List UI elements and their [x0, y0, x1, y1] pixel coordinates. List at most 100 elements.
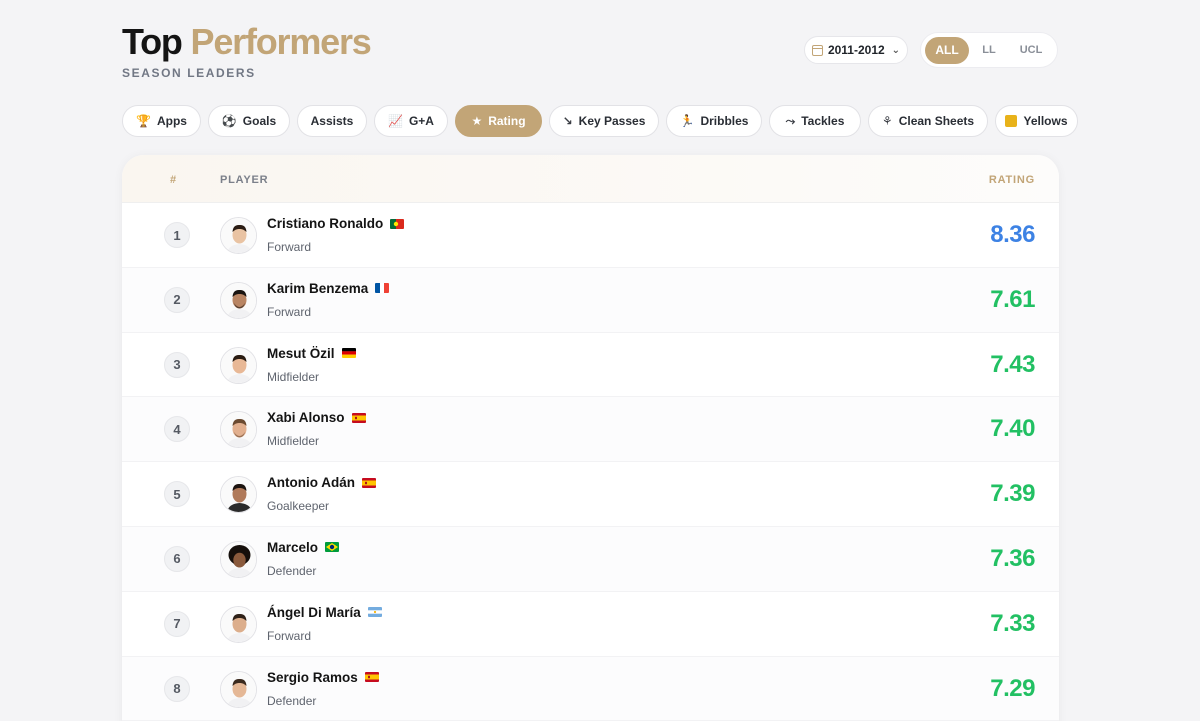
tab-label: Rating — [488, 114, 526, 128]
tab-apps[interactable]: 🏆 Apps — [122, 105, 201, 137]
title-accent: Performers — [190, 21, 372, 62]
rank-badge: 2 — [164, 286, 190, 313]
tab-label: Clean Sheets — [898, 114, 975, 128]
table-row[interactable]: 6 Marcelo Defender 7.36 — [122, 526, 1059, 592]
tab-goals[interactable]: ⚽ Goals — [208, 105, 290, 137]
yellow-card-icon — [1005, 115, 1018, 127]
key-pass-icon: ↘ — [562, 114, 573, 128]
tab-tackles[interactable]: ⤳ Tackles — [769, 105, 861, 137]
leaders-table: # PLAYER RATING 1 Cristiano Ronaldo Forw… — [122, 155, 1059, 721]
rating-value: 7.61 — [990, 285, 1035, 313]
rating-value: 7.39 — [990, 480, 1035, 508]
player-name-line: Sergio Ramos — [267, 670, 379, 685]
player-name-line: Xabi Alonso — [267, 410, 366, 425]
player-name[interactable]: Marcelo — [267, 540, 318, 555]
tab-key-passes[interactable]: ↘ Key Passes — [549, 105, 659, 137]
tackle-icon: ⤳ — [785, 114, 796, 128]
player-name-line: Mesut Özil — [267, 346, 356, 361]
player-name[interactable]: Cristiano Ronaldo — [267, 216, 383, 231]
avatar — [220, 670, 257, 708]
rating-value: 7.33 — [990, 609, 1035, 637]
column-header-rank: # — [170, 174, 177, 186]
table-body: 1 Cristiano Ronaldo Forward 8.36 2 Karim… — [122, 203, 1059, 721]
player-name-line: Karim Benzema — [267, 281, 390, 296]
competition-toggle: ALL LL UCL — [920, 32, 1058, 68]
runner-icon: 🏃 — [679, 114, 695, 128]
tab-label: Dribbles — [700, 114, 749, 128]
table-row[interactable]: 7 Ángel Di María Forward 7.33 — [122, 591, 1059, 657]
table-header: # PLAYER RATING — [122, 155, 1059, 203]
table-row[interactable]: 4 Xabi Alonso Midfielder 7.40 — [122, 397, 1059, 463]
player-position: Forward — [267, 628, 312, 643]
tab-label: Yellows — [1023, 114, 1068, 128]
tab-label: Key Passes — [578, 114, 646, 128]
portugal-flag — [390, 218, 405, 229]
stat-tabs: 🏆 Apps ⚽ Goals Assists 📈 G+A ★ Rating ↘ … — [122, 105, 1078, 137]
page-header: Top Performers SEASON LEADERS — [122, 21, 372, 81]
player-name-line: Marcelo — [267, 540, 340, 555]
avatar — [220, 605, 257, 643]
avatar — [220, 540, 257, 578]
rating-value: 8.36 — [990, 221, 1035, 248]
rank-badge: 5 — [164, 481, 190, 508]
spain-flag — [361, 477, 376, 488]
column-header-player: PLAYER — [220, 174, 269, 186]
rank-badge: 1 — [164, 222, 190, 248]
argentina-flag — [367, 607, 382, 618]
germany-flag — [341, 348, 356, 359]
tab-label: G+A — [408, 114, 434, 128]
player-name[interactable]: Ángel Di María — [267, 605, 361, 620]
france-flag — [375, 283, 390, 294]
spain-flag — [364, 672, 379, 683]
table-row[interactable]: 8 Sergio Ramos Defender 7.29 — [122, 656, 1059, 721]
season-dropdown[interactable]: 2011-2012 ⌄ — [804, 36, 908, 64]
player-name[interactable]: Xabi Alonso — [267, 410, 345, 425]
player-name-line: Ángel Di María — [267, 605, 382, 620]
player-name[interactable]: Antonio Adán — [267, 475, 355, 490]
tab-yellows[interactable]: Yellows — [995, 105, 1078, 137]
table-row[interactable]: 3 Mesut Özil Midfielder 7.43 — [122, 332, 1059, 398]
rank-badge: 4 — [164, 416, 190, 443]
title-primary: Top — [122, 21, 183, 62]
player-position: Forward — [267, 240, 312, 254]
player-name[interactable]: Karim Benzema — [267, 281, 368, 296]
rank-badge: 7 — [164, 610, 190, 637]
player-position: Goalkeeper — [267, 499, 330, 514]
rating-value: 7.43 — [990, 350, 1035, 378]
table-row[interactable]: 2 Karim Benzema Forward 7.61 — [122, 267, 1059, 333]
player-position: Midfielder — [267, 434, 320, 449]
season-value: 2011-2012 — [827, 43, 885, 57]
rank-badge: 6 — [164, 545, 190, 572]
player-position: Defender — [267, 563, 317, 578]
tab-label: Apps — [156, 114, 187, 128]
tab-rating[interactable]: ★ Rating — [455, 105, 542, 137]
tab-g-plus-a[interactable]: 📈 G+A — [374, 105, 448, 137]
column-header-rating[interactable]: RATING — [989, 174, 1035, 186]
avatar — [220, 346, 257, 384]
line-chart-icon: 📈 — [388, 114, 403, 128]
rank-badge: 3 — [164, 351, 190, 378]
rating-value: 7.29 — [990, 674, 1035, 702]
calendar-icon — [811, 44, 823, 56]
table-row[interactable]: 1 Cristiano Ronaldo Forward 8.36 — [122, 203, 1059, 268]
tab-dribbles[interactable]: 🏃 Dribbles — [666, 105, 762, 137]
player-position: Forward — [267, 304, 312, 319]
tab-assists[interactable]: Assists — [297, 105, 367, 137]
brazil-flag — [325, 542, 340, 553]
avatar — [220, 217, 257, 254]
page-subtitle: SEASON LEADERS — [122, 66, 256, 80]
player-position: Midfielder — [267, 369, 320, 384]
tab-label: Tackles — [801, 114, 845, 128]
chevron-down-icon: ⌄ — [891, 44, 901, 56]
competition-option-ucl[interactable]: UCL — [1009, 37, 1053, 64]
competition-option-ll[interactable]: LL — [969, 37, 1009, 64]
rating-value: 7.36 — [990, 544, 1035, 572]
avatar — [220, 476, 257, 514]
tab-clean-sheets[interactable]: ⚘ Clean Sheets — [868, 105, 988, 137]
star-icon: ★ — [471, 114, 483, 128]
table-row[interactable]: 5 Antonio Adán Goalkeeper 7.39 — [122, 462, 1059, 527]
competition-option-all[interactable]: ALL — [925, 36, 969, 64]
player-name[interactable]: Sergio Ramos — [267, 670, 358, 685]
player-position: Defender — [267, 693, 317, 708]
player-name[interactable]: Mesut Özil — [267, 346, 335, 361]
